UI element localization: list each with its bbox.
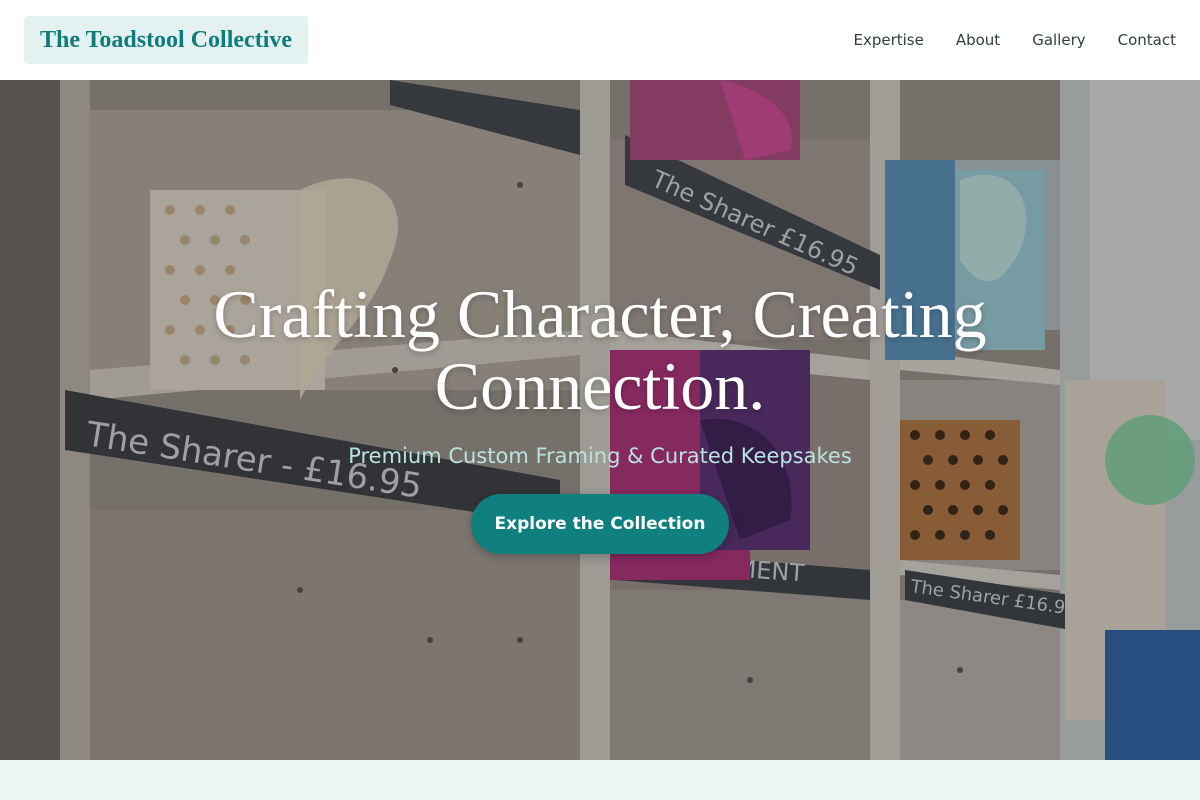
hero-title: Crafting Character, Creating Connection. [213,276,987,424]
hero-section: The Sharer - £16.95 The Sharer £16.95 AS… [0,80,1200,760]
nav-link-expertise[interactable]: Expertise [853,31,923,49]
site-header: The Toadstool Collective Expertise About… [0,0,1200,80]
explore-collection-button[interactable]: Explore the Collection [471,494,729,554]
main-nav: Expertise About Gallery Contact [821,31,1176,49]
hero-subtitle: Premium Custom Framing & Curated Keepsak… [348,444,852,468]
site-logo[interactable]: The Toadstool Collective [24,16,309,64]
nav-link-gallery[interactable]: Gallery [1032,31,1085,49]
next-section-strip [0,760,1200,800]
nav-link-contact[interactable]: Contact [1118,31,1176,49]
hero-content: Crafting Character, Creating Connection.… [0,80,1200,760]
nav-link-about[interactable]: About [956,31,1000,49]
